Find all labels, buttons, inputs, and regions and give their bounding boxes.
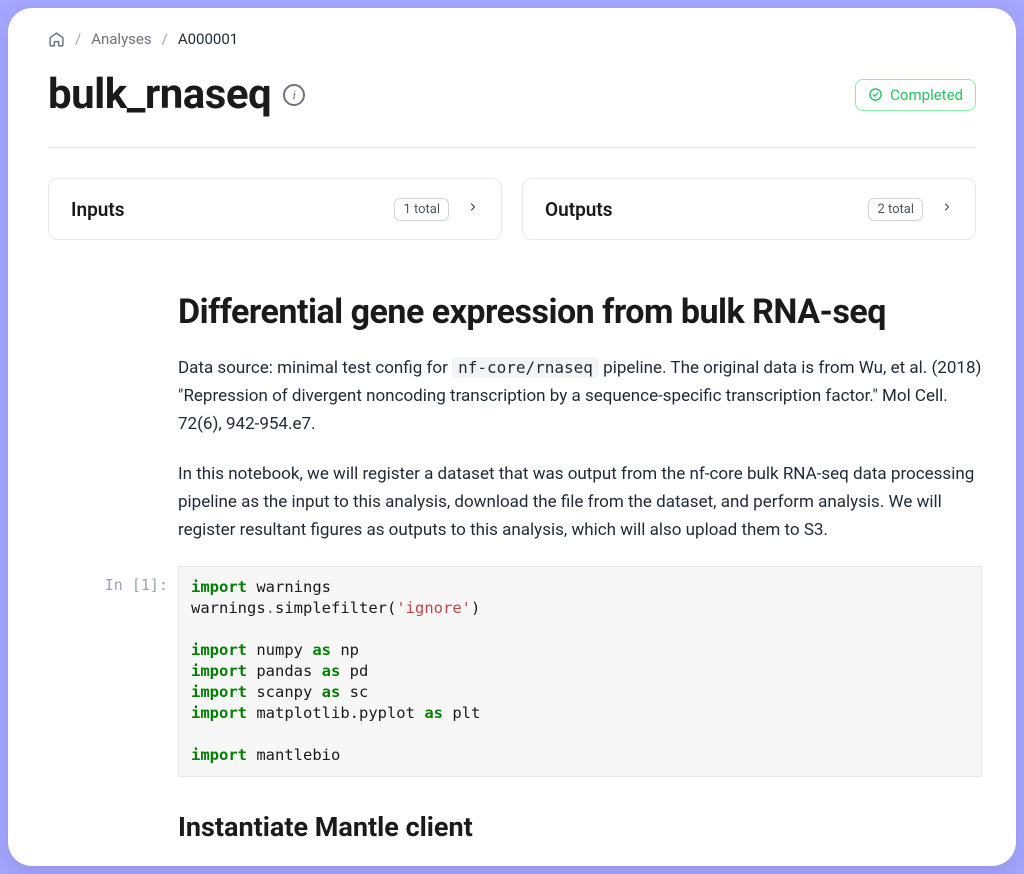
breadcrumb: / Analyses / A000001 xyxy=(48,30,976,48)
notebook-paragraph-2: In this notebook, we will register a dat… xyxy=(178,460,982,544)
inputs-label: Inputs xyxy=(71,198,125,221)
tok: mantlebio xyxy=(247,746,340,764)
app-window: / Analyses / A000001 bulk_rnaseq i Compl… xyxy=(8,8,1016,866)
tok-import: import xyxy=(191,662,247,680)
tok-as: as xyxy=(312,641,331,659)
notebook-paragraph-1: Data source: minimal test config for nf-… xyxy=(178,354,982,438)
tok: plt xyxy=(443,704,480,722)
chevron-right-icon xyxy=(467,197,479,221)
breadcrumb-sep: / xyxy=(162,30,168,48)
tok-import: import xyxy=(191,683,247,701)
code-prompt: In [1]: xyxy=(48,566,168,594)
inputs-card[interactable]: Inputs 1 total xyxy=(48,178,502,240)
inputs-right: 1 total xyxy=(394,197,479,221)
tok-import: import xyxy=(191,578,247,596)
tok: np xyxy=(331,641,359,659)
tok: simplefilter( xyxy=(275,599,396,617)
page-title: bulk_rnaseq xyxy=(48,70,271,119)
chevron-right-icon xyxy=(941,197,953,221)
tok: warnings xyxy=(247,578,331,596)
status-label: Completed xyxy=(890,86,963,104)
breadcrumb-analyses[interactable]: Analyses xyxy=(91,30,151,48)
tok: pd xyxy=(340,662,368,680)
inputs-count-badge: 1 total xyxy=(394,198,449,221)
tok-string: 'ignore' xyxy=(396,599,471,617)
title-row: bulk_rnaseq i Completed xyxy=(48,70,976,148)
tok-import: import xyxy=(191,641,247,659)
tok-as: as xyxy=(322,683,341,701)
notebook-scroll-area[interactable]: Differential gene expression from bulk R… xyxy=(8,254,1016,866)
notebook: Differential gene expression from bulk R… xyxy=(48,292,1012,843)
tok: numpy xyxy=(247,641,312,659)
tok: pandas xyxy=(247,662,322,680)
tok: . xyxy=(266,599,275,617)
tok-import: import xyxy=(191,746,247,764)
tok: sc xyxy=(340,683,368,701)
tok: matplotlib.pyplot xyxy=(247,704,424,722)
outputs-count-badge: 2 total xyxy=(868,198,923,221)
breadcrumb-sep: / xyxy=(75,30,81,48)
tok-as: as xyxy=(424,704,443,722)
tok-import: import xyxy=(191,704,247,722)
check-circle-icon xyxy=(868,87,883,102)
outputs-right: 2 total xyxy=(868,197,953,221)
outputs-card[interactable]: Outputs 2 total xyxy=(522,178,976,240)
tok: ) xyxy=(471,599,480,617)
tok-as: as xyxy=(322,662,341,680)
tok: warnings xyxy=(191,599,266,617)
io-row: Inputs 1 total Outputs 2 total xyxy=(8,148,1016,240)
home-icon[interactable] xyxy=(48,31,65,48)
notebook-h2: Instantiate Mantle client xyxy=(178,811,982,843)
outputs-label: Outputs xyxy=(545,198,613,221)
breadcrumb-current: A000001 xyxy=(178,30,238,48)
code-body[interactable]: import warnings warnings.simplefilter('i… xyxy=(178,566,982,776)
info-icon[interactable]: i xyxy=(283,84,305,106)
code-cell-1: In [1]: import warnings warnings.simplef… xyxy=(48,566,982,776)
notebook-h1: Differential gene expression from bulk R… xyxy=(178,292,982,332)
title-left: bulk_rnaseq i xyxy=(48,70,305,119)
p1-text-a: Data source: minimal test config for xyxy=(178,358,452,378)
tok: scanpy xyxy=(247,683,322,701)
header-area: / Analyses / A000001 bulk_rnaseq i Compl… xyxy=(8,8,1016,148)
inline-code: nf-core/rnaseq xyxy=(452,357,599,378)
status-badge: Completed xyxy=(855,79,976,111)
